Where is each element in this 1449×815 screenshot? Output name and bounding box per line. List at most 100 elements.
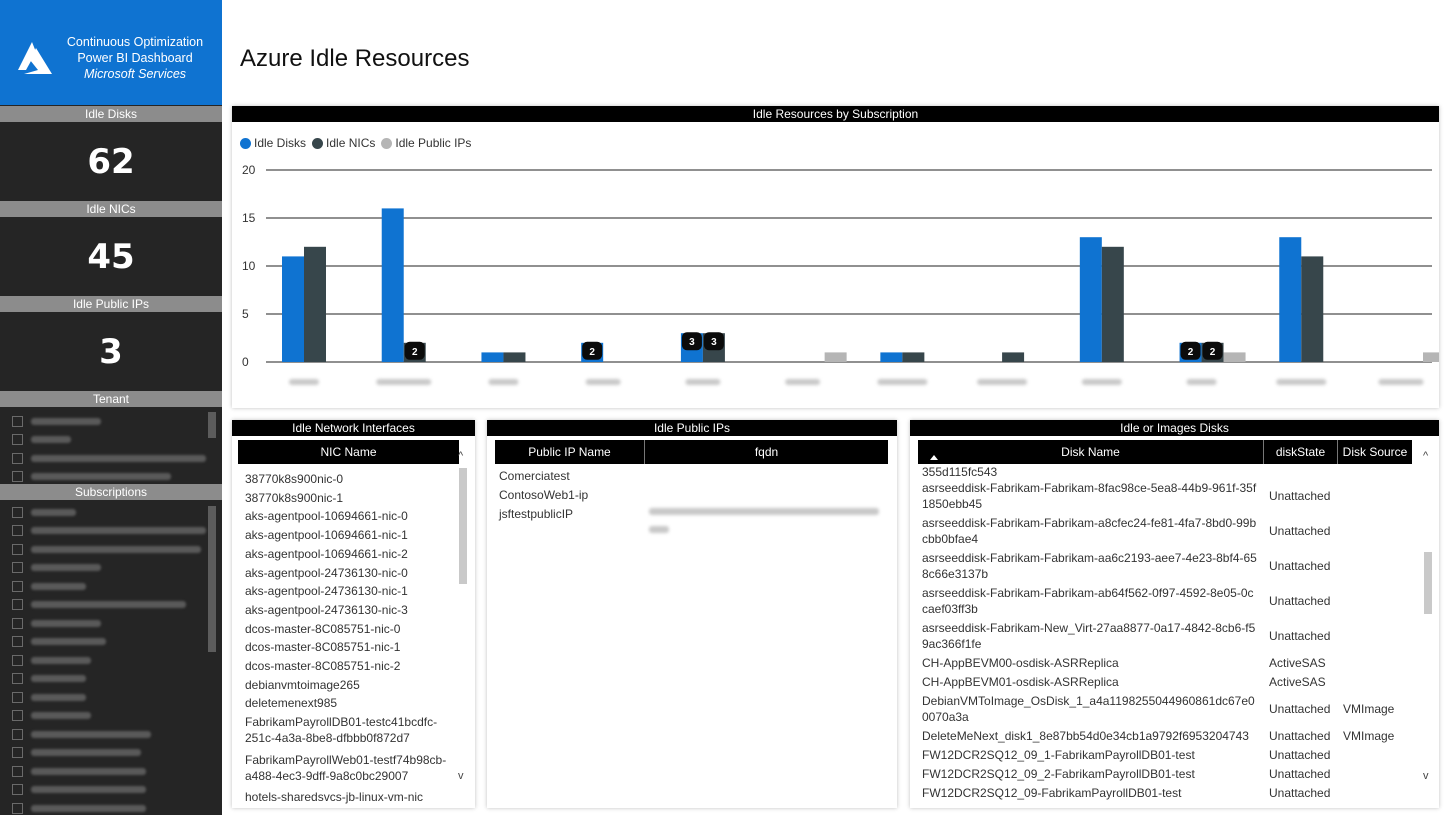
checkbox[interactable]: [12, 434, 23, 446]
list-item[interactable]: [0, 633, 222, 652]
table-row-disk-name[interactable]: FW12DCR2SQ12_09_1-FabrikamPayrollDB01-te…: [922, 747, 1258, 763]
bar-chart[interactable]: 0 5 10 15 20 2 2 3 3 2 2: [232, 122, 1439, 408]
list-item[interactable]: [0, 707, 222, 726]
subscriptions-scrollbar[interactable]: [208, 506, 216, 652]
bar[interactable]: [1223, 352, 1246, 362]
checkbox[interactable]: [12, 691, 23, 703]
list-item[interactable]: [0, 449, 222, 468]
list-item[interactable]: [0, 651, 222, 670]
table-row[interactable]: 38770k8s900nic-0: [245, 471, 455, 487]
checkbox[interactable]: [12, 471, 23, 483]
bar[interactable]: [1301, 256, 1324, 362]
column-header-disk-state[interactable]: diskState: [1264, 440, 1338, 464]
tenant-scrollbar[interactable]: [208, 412, 216, 438]
list-item[interactable]: [0, 670, 222, 689]
bar[interactable]: [282, 256, 304, 362]
table-row-disk-name[interactable]: FW12DCR2SQ12_09_2-FabrikamPayrollDB01-te…: [922, 766, 1258, 782]
subscriptions-filter-list[interactable]: [0, 503, 222, 815]
list-item[interactable]: [0, 614, 222, 633]
checkbox[interactable]: [12, 784, 23, 796]
column-header-disk-source[interactable]: Disk Source: [1338, 440, 1412, 464]
list-item[interactable]: [0, 762, 222, 781]
table-row[interactable]: aks-agentpool-10694661-nic-0: [245, 508, 455, 524]
table-row[interactable]: jsftestpublicIP: [499, 506, 573, 522]
table-row-disk-name[interactable]: asrseeddisk-Fabrikam-Fabrikam-ab64f562-0…: [922, 585, 1258, 617]
checkbox[interactable]: [12, 747, 23, 759]
bar[interactable]: [503, 352, 526, 362]
table-row-disk-name[interactable]: CH-AppBEVM00-osdisk-ASRReplica: [922, 655, 1258, 671]
table-row[interactable]: dcos-master-8C085751-nic-1: [245, 639, 455, 655]
list-item[interactable]: [0, 431, 222, 450]
table-row-disk-name[interactable]: asrseeddisk-Fabrikam-New_Virt-27aa8877-0…: [922, 620, 1258, 652]
table-row[interactable]: FabrikamPayrollDB01-testc41bcdfc-251c-4a…: [245, 714, 455, 746]
table-row[interactable]: Comerciatest: [499, 468, 570, 484]
table-row-disk-name[interactable]: asrseeddisk-Fabrikam-Fabrikam-aa6c2193-a…: [922, 550, 1258, 582]
bar[interactable]: [1079, 237, 1102, 362]
column-header-fqdn[interactable]: fqdn: [645, 440, 888, 464]
table-row[interactable]: aks-agentpool-24736130-nic-0: [245, 565, 455, 581]
column-header-nic-name[interactable]: NIC Name: [238, 440, 459, 464]
bar[interactable]: [381, 208, 404, 362]
bar[interactable]: [824, 352, 847, 362]
checkbox[interactable]: [12, 710, 23, 722]
checkbox[interactable]: [12, 599, 23, 611]
bar[interactable]: [1101, 246, 1124, 362]
table-row[interactable]: debianvmtoimage265: [245, 677, 455, 693]
scroll-thumb[interactable]: [1424, 552, 1432, 614]
table-row-disk-name[interactable]: asrseeddisk-Fabrikam-Fabrikam-8fac98ce-5…: [922, 480, 1258, 512]
table-row[interactable]: FabrikamPayrollWeb01-testf74b98cb-a488-4…: [245, 752, 455, 784]
list-item[interactable]: [0, 540, 222, 559]
table-row[interactable]: aks-agentpool-10694661-nic-2: [245, 546, 455, 562]
table-row-disk-name[interactable]: asrseeddisk-Fabrikam-Fabrikam-a8cfec24-f…: [922, 515, 1258, 547]
table-row-disk-name[interactable]: 355d115fc543: [922, 464, 1258, 480]
table-row-disk-name[interactable]: DeleteMeNext_disk1_8e87bb54d0e34cb1a9792…: [922, 728, 1258, 744]
scroll-up-arrow-icon[interactable]: ^: [458, 450, 463, 462]
bar[interactable]: [1002, 352, 1025, 362]
checkbox[interactable]: [12, 654, 23, 666]
list-item[interactable]: [0, 412, 222, 431]
checkbox[interactable]: [12, 452, 23, 464]
table-row[interactable]: deletemenext985: [245, 695, 455, 711]
table-row-disk-name[interactable]: CH-AppBEVM01-osdisk-ASRReplica: [922, 674, 1258, 690]
checkbox[interactable]: [12, 617, 23, 629]
bar[interactable]: [902, 352, 925, 362]
checkbox[interactable]: [12, 543, 23, 555]
checkbox[interactable]: [12, 802, 23, 814]
column-header-disk-name[interactable]: Disk Name: [918, 440, 1264, 464]
scroll-down-arrow-icon[interactable]: v: [1423, 770, 1429, 782]
checkbox[interactable]: [12, 580, 23, 592]
scroll-up-arrow-icon[interactable]: ^: [1423, 450, 1428, 462]
table-row-disk-name[interactable]: FW12DCR2SQ12_09-FabrikamPayrollDB01-test: [922, 785, 1258, 801]
table-row[interactable]: hotels-sharedsvcs-jb-linux-vm-nic: [245, 789, 455, 805]
checkbox[interactable]: [12, 562, 23, 574]
list-item[interactable]: [0, 688, 222, 707]
table-row[interactable]: aks-agentpool-10694661-nic-1: [245, 527, 455, 543]
checkbox[interactable]: [12, 525, 23, 537]
tenant-filter-list[interactable]: [0, 412, 222, 486]
table-row[interactable]: aks-agentpool-24736130-nic-3: [245, 602, 455, 618]
bar[interactable]: [1279, 237, 1302, 362]
list-item[interactable]: [0, 559, 222, 578]
list-item[interactable]: [0, 577, 222, 596]
table-row[interactable]: ContosoWeb1-ip: [499, 487, 588, 503]
checkbox[interactable]: [12, 506, 23, 518]
list-item[interactable]: [0, 503, 222, 522]
table-row-disk-name[interactable]: DebianVMToImage_OsDisk_1_a4a119825504496…: [922, 693, 1258, 725]
checkbox[interactable]: [12, 415, 23, 427]
table-row[interactable]: dcos-master-8C085751-nic-2: [245, 658, 455, 674]
list-item[interactable]: [0, 522, 222, 541]
table-row[interactable]: 38770k8s900nic-1: [245, 490, 455, 506]
nic-scrollbar[interactable]: [458, 468, 468, 780]
scroll-down-arrow-icon[interactable]: v: [458, 770, 464, 782]
checkbox[interactable]: [12, 636, 23, 648]
checkbox[interactable]: [12, 673, 23, 685]
checkbox[interactable]: [12, 728, 23, 740]
list-item[interactable]: [0, 725, 222, 744]
list-item[interactable]: [0, 744, 222, 763]
disk-scrollbar[interactable]: [1423, 468, 1433, 780]
checkbox[interactable]: [12, 765, 23, 777]
bar[interactable]: [1423, 352, 1439, 362]
list-item[interactable]: [0, 781, 222, 800]
bar[interactable]: [481, 352, 504, 362]
table-row[interactable]: aks-agentpool-24736130-nic-1: [245, 583, 455, 599]
